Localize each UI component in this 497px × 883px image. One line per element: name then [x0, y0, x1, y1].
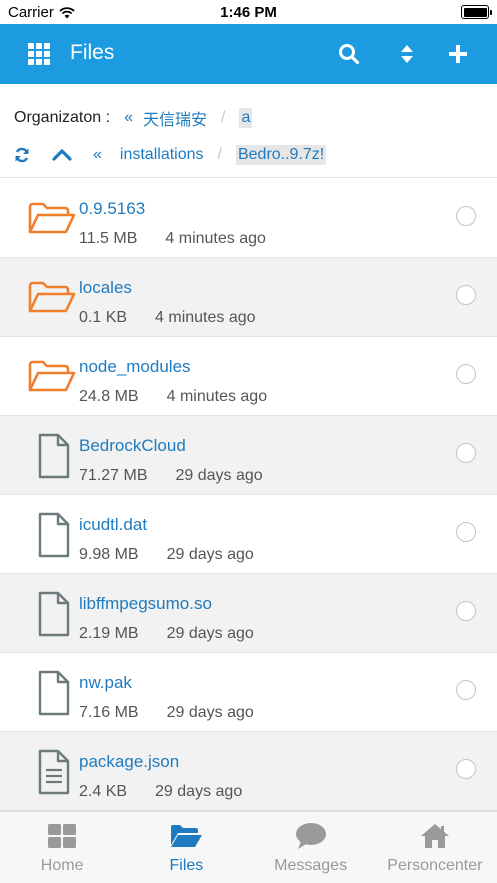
file-meta: 11.5 MB 4 minutes ago	[79, 230, 266, 248]
file-time: 29 days ago	[175, 467, 263, 484]
battery-icon	[461, 5, 492, 19]
file-row[interactable]: locales 0.1 KB 4 minutes ago	[0, 258, 497, 337]
refresh-icon[interactable]	[14, 147, 30, 163]
tab-messages[interactable]: Messages	[249, 812, 373, 883]
chat-bubble-icon	[294, 821, 328, 851]
file-size: 71.27 MB	[79, 467, 148, 484]
search-icon[interactable]	[334, 39, 364, 69]
file-name[interactable]: node_modules	[79, 357, 191, 377]
breadcrumb-separator: /	[217, 146, 222, 163]
select-radio[interactable]	[456, 443, 476, 463]
folder-icon	[28, 195, 76, 243]
path-current: Bedro..9.7z!	[235, 145, 327, 165]
path-folder-link[interactable]: installations	[120, 146, 204, 164]
tab-messages-label: Messages	[274, 857, 348, 874]
file-icon	[28, 511, 76, 559]
file-size: 24.8 MB	[79, 388, 139, 405]
breadcrumb-separator: /	[220, 109, 226, 126]
file-name[interactable]: icudtl.dat	[79, 515, 147, 535]
file-name[interactable]: libffmpegsumo.so	[79, 594, 212, 614]
org-current: a	[239, 108, 253, 128]
file-icon	[28, 432, 76, 480]
file-time: 29 days ago	[155, 783, 243, 800]
file-size: 9.98 MB	[79, 546, 139, 563]
tab-personcenter-label: Personcenter	[387, 857, 483, 874]
file-size: 2.19 MB	[79, 625, 139, 642]
status-bar: Carrier 1:46 PM	[0, 0, 497, 24]
file-meta: 9.98 MB 29 days ago	[79, 546, 254, 564]
organization-breadcrumb: Organizaton : « 天信瑞安 / a	[14, 106, 253, 130]
file-time: 4 minutes ago	[166, 388, 268, 405]
select-radio[interactable]	[456, 364, 476, 384]
file-time: 29 days ago	[166, 546, 254, 563]
folder-icon	[28, 274, 76, 322]
bottom-tab-bar: Home Files Messages Personcenter	[0, 811, 497, 883]
file-meta: 71.27 MB 29 days ago	[79, 467, 263, 485]
file-name[interactable]: nw.pak	[79, 673, 132, 693]
file-time: 4 minutes ago	[155, 309, 256, 326]
select-radio[interactable]	[456, 285, 476, 305]
file-name[interactable]: 0.9.5163	[79, 199, 145, 219]
file-size: 0.1 KB	[79, 309, 128, 326]
file-row[interactable]: BedrockCloud 71.27 MB 29 days ago	[0, 416, 497, 495]
tab-files-label: Files	[169, 857, 204, 874]
file-meta: 2.19 MB 29 days ago	[79, 625, 254, 643]
file-icon	[28, 590, 76, 638]
page-title: Files	[70, 41, 115, 64]
file-time: 29 days ago	[166, 625, 254, 642]
file-time: 4 minutes ago	[165, 230, 266, 247]
select-radio[interactable]	[456, 522, 476, 542]
path-back-icon[interactable]: «	[93, 146, 102, 164]
file-name[interactable]: BedrockCloud	[79, 436, 186, 456]
file-name[interactable]: package.json	[79, 752, 179, 772]
home-grid-icon	[45, 821, 79, 851]
folder-icon	[28, 353, 76, 401]
file-meta: 7.16 MB 29 days ago	[79, 704, 254, 722]
house-icon	[418, 821, 452, 851]
sort-icon[interactable]	[392, 39, 422, 69]
file-row[interactable]: libffmpegsumo.so 2.19 MB 29 days ago	[0, 574, 497, 653]
select-radio[interactable]	[456, 206, 476, 226]
file-icon	[28, 669, 76, 717]
file-row[interactable]: icudtl.dat 9.98 MB 29 days ago	[0, 495, 497, 574]
file-size: 7.16 MB	[79, 704, 139, 721]
tab-home[interactable]: Home	[0, 812, 124, 883]
chevron-up-icon[interactable]	[52, 148, 72, 162]
select-radio[interactable]	[456, 759, 476, 779]
file-size: 11.5 MB	[79, 230, 138, 247]
folder-open-icon	[169, 821, 203, 851]
file-size: 2.4 KB	[79, 783, 128, 800]
file-row[interactable]: 0.9.5163 11.5 MB 4 minutes ago	[0, 179, 497, 258]
plus-icon[interactable]	[443, 39, 473, 69]
grid-icon[interactable]	[28, 43, 50, 65]
tab-personcenter[interactable]: Personcenter	[373, 812, 497, 883]
top-navbar: Files	[0, 24, 497, 84]
tab-home-label: Home	[40, 857, 84, 874]
file-meta: 2.4 KB 29 days ago	[79, 783, 242, 801]
organization-label: Organizaton :	[14, 109, 111, 126]
file-time: 29 days ago	[166, 704, 254, 721]
org-back-icon[interactable]: «	[124, 109, 133, 127]
file-name[interactable]: locales	[79, 278, 132, 298]
status-time: 1:46 PM	[220, 4, 277, 21]
file-list: 0.9.5163 11.5 MB 4 minutes ago locales 0.1 K…	[0, 179, 497, 811]
select-radio[interactable]	[456, 680, 476, 700]
tab-files[interactable]: Files	[124, 812, 248, 883]
org-name-link[interactable]: 天信瑞安	[143, 106, 207, 130]
file-row[interactable]: node_modules 24.8 MB 4 minutes ago	[0, 337, 497, 416]
path-breadcrumb: « installations / Bedro..9.7z!	[14, 145, 327, 165]
file-meta: 24.8 MB 4 minutes ago	[79, 388, 267, 406]
text-file-icon	[28, 748, 76, 796]
breadcrumb: Organizaton : « 天信瑞安 / a « installations…	[0, 84, 497, 178]
file-meta: 0.1 KB 4 minutes ago	[79, 309, 256, 327]
file-row[interactable]: package.json 2.4 KB 29 days ago	[0, 732, 497, 811]
select-radio[interactable]	[456, 601, 476, 621]
file-row[interactable]: nw.pak 7.16 MB 29 days ago	[0, 653, 497, 732]
